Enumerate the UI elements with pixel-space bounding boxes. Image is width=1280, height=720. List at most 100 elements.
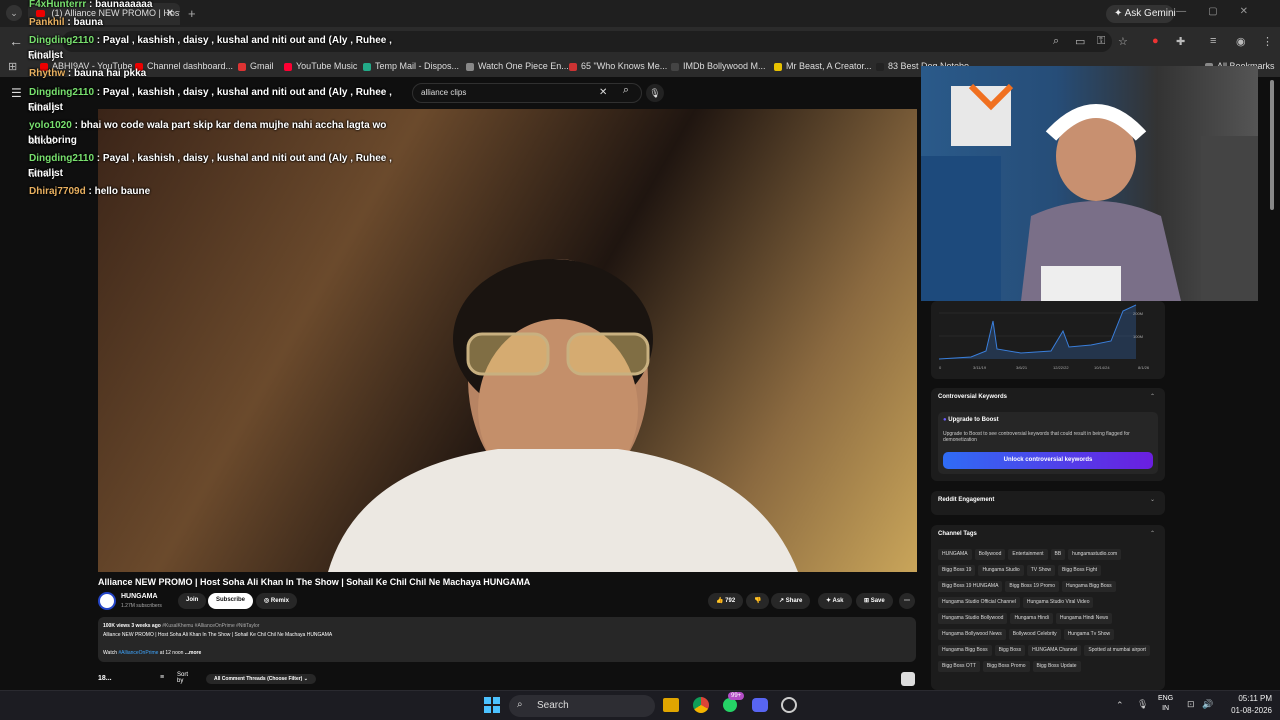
- chat-continuation: Finalist: [28, 168, 64, 179]
- channel-tag: Entertainment: [1008, 549, 1048, 560]
- filter-label: All Comment Threads (Choose Filter): [214, 676, 303, 682]
- mic-tray-icon[interactable]: 🎙: [1137, 699, 1148, 710]
- chat-message: yolo1020 : bhai wo code wala part skip k…: [29, 120, 387, 147]
- channel-tag: Hungama Studio Bollywood: [938, 613, 1008, 624]
- password-key-icon[interactable]: ⚿: [1097, 35, 1105, 48]
- chat-username: Pankhil: [29, 17, 65, 28]
- discord-icon[interactable]: [752, 698, 768, 712]
- windows-taskbar: ⌕ Search 99+ ⌃ 🎙 ENG IN ⊡ 🔊 05:11 PM 01-08…: [0, 690, 1280, 720]
- chair: [1201, 136, 1258, 301]
- whatsapp-icon[interactable]: [723, 698, 737, 712]
- clear-search-icon[interactable]: ✕: [599, 87, 607, 98]
- ask-button[interactable]: ✦ Ask: [818, 593, 852, 609]
- comments-header: 18... ≡ Sort by All Comment Threads (Cho…: [98, 672, 918, 690]
- obs-icon[interactable]: [781, 697, 797, 713]
- media-icon[interactable]: ≡: [1210, 35, 1216, 47]
- unlock-keywords-button[interactable]: Unlock controversial keywords: [943, 452, 1153, 469]
- page-scrollbar[interactable]: [1268, 80, 1276, 690]
- browser-menu-icon[interactable]: ⋮: [1262, 35, 1273, 48]
- chat-username: Dingding2110: [29, 87, 95, 98]
- y-tick: 200M: [1133, 311, 1143, 316]
- chat-text: baunaaaaaa: [95, 0, 153, 10]
- scrollbar-thumb[interactable]: [1270, 80, 1274, 210]
- extension-icon[interactable]: ●: [1152, 35, 1159, 47]
- share-button[interactable]: ↗ Share: [771, 593, 811, 609]
- show-more-link[interactable]: ...more: [185, 650, 201, 656]
- chat-message: Rhythw : bauna hai pkka: [29, 68, 147, 79]
- taskbar-search[interactable]: ⌕ Search: [509, 695, 655, 717]
- description-box[interactable]: 100K views 3 weeks ago #KusalKhemu #Alli…: [98, 617, 916, 662]
- ask-label: Ask: [832, 598, 844, 604]
- ask-gemini-button[interactable]: ✦ Ask Gemini: [1106, 5, 1176, 23]
- bookmark-item[interactable]: Watch One Piece En...: [466, 61, 569, 71]
- subscribe-button[interactable]: Subscribe: [208, 593, 254, 609]
- channel-tag: Bollywood Celebrity: [1008, 629, 1061, 640]
- reddit-engagement-card[interactable]: Reddit Engagement ⌄: [931, 491, 1165, 515]
- comment-filter-dropdown[interactable]: All Comment Threads (Choose Filter) ⌄: [206, 674, 316, 684]
- hashtag-link[interactable]: #AllianceOnPrime: [118, 650, 158, 656]
- bookmark-item[interactable]: 65 "Who Knows Me...: [569, 61, 667, 71]
- channel-tag: Bigg Boss OTT: [938, 661, 980, 672]
- apps-grid-icon[interactable]: ⊞: [8, 60, 17, 73]
- dislike-button[interactable]: 👎: [746, 593, 770, 609]
- tray-overflow-icon[interactable]: ⌃: [1116, 700, 1124, 711]
- network-icon[interactable]: ⊡: [1187, 699, 1195, 710]
- thumbs-up-icon: 👍: [716, 598, 726, 604]
- growth-chart: 200M 100M 0 3/11/19 3/6/21 12/22/22 10/1…: [938, 304, 1150, 370]
- back-arrow-icon[interactable]: ←: [9, 33, 23, 49]
- window-controls[interactable]: —▢✕: [1176, 6, 1270, 17]
- extensions-puzzle-icon[interactable]: ✚: [1176, 35, 1185, 48]
- hamburger-menu-icon[interactable]: ☰: [11, 86, 22, 100]
- tab-search-icon[interactable]: ⌄: [6, 5, 22, 21]
- channel-tag: Spotted at mumbai airport: [1084, 645, 1150, 656]
- remix-icon: ◎: [264, 598, 271, 604]
- zoom-icon[interactable]: ⌕: [1053, 35, 1059, 48]
- clock[interactable]: 05:11 PM 01-08-2026: [1231, 693, 1272, 717]
- chat-message: F4xHunterrr : baunaaaaaa: [29, 0, 153, 10]
- chevron-down-icon[interactable]: ⌄: [1150, 496, 1155, 503]
- chevron-up-icon[interactable]: ⌃: [1150, 393, 1155, 400]
- like-button[interactable]: 👍 792: [708, 593, 744, 609]
- chrome-icon[interactable]: [693, 697, 709, 713]
- profile-avatar[interactable]: ◉: [1236, 35, 1246, 48]
- windows-start-icon[interactable]: [484, 697, 500, 713]
- search-icon[interactable]: ⌕: [617, 84, 635, 102]
- save-button[interactable]: ⊞ Save: [856, 593, 893, 609]
- miniplayer-icon[interactable]: [901, 672, 915, 686]
- video-title: Alliance NEW PROMO | Host Soha Ali Khan …: [98, 577, 531, 587]
- remix-button[interactable]: ◎ Remix: [256, 593, 297, 609]
- channel-tag: Bigg Boss: [994, 645, 1026, 656]
- x-tick: 0: [939, 365, 942, 370]
- channel-tag: HUNGAMA Channel: [1028, 645, 1082, 656]
- chat-username: F4xHunterrr: [29, 0, 87, 10]
- chat-username: Rhythw: [29, 68, 66, 79]
- like-count: 792: [725, 598, 736, 604]
- channel-tag: Bigg Boss Fight: [1058, 565, 1102, 576]
- microphone-icon[interactable]: 🎙: [646, 84, 664, 102]
- search-input[interactable]: alliance clips ✕: [412, 83, 642, 103]
- chevron-up-icon[interactable]: ⌃: [1150, 530, 1155, 537]
- channel-tag: Hungama Studio Official Channel: [938, 597, 1020, 608]
- upgrade-text: Upgrade to Boost to see controversial ke…: [943, 431, 1130, 443]
- analytics-side-panel: 200M 100M 0 3/11/19 3/6/21 12/22/22 10/1…: [931, 301, 1165, 690]
- channel-avatar[interactable]: [98, 592, 116, 610]
- x-tick: 10/14/24: [1094, 365, 1110, 370]
- chat-username: Dingding2110: [29, 35, 95, 46]
- channel-tag: HUNGAMA: [938, 549, 972, 560]
- sort-icon[interactable]: ≡: [160, 674, 164, 681]
- join-button[interactable]: Join: [178, 593, 207, 609]
- volume-icon[interactable]: 🔊: [1202, 699, 1213, 710]
- channel-tag: Bigg Boss Promo: [982, 661, 1030, 672]
- channel-name[interactable]: HUNGAMA: [121, 593, 158, 600]
- file-explorer-icon[interactable]: [663, 698, 679, 712]
- hashtags[interactable]: #KusalKhemu #AllianceOnPrime #NitiTaylor: [162, 623, 259, 629]
- cast-icon[interactable]: ▭: [1075, 35, 1085, 48]
- bookmark-label: IMDb Bollywood M...: [683, 61, 766, 71]
- clock-date: 01-08-2026: [1231, 706, 1272, 715]
- sort-label[interactable]: Sort by: [177, 672, 193, 684]
- language-indicator[interactable]: ENG IN: [1158, 694, 1173, 714]
- bookmark-star-icon[interactable]: ☆: [1118, 35, 1128, 48]
- more-options-icon[interactable]: ⋯: [899, 593, 915, 609]
- bookmark-item[interactable]: IMDb Bollywood M...: [671, 61, 766, 71]
- bookmark-item[interactable]: Mr Beast, A Creator...: [774, 61, 872, 71]
